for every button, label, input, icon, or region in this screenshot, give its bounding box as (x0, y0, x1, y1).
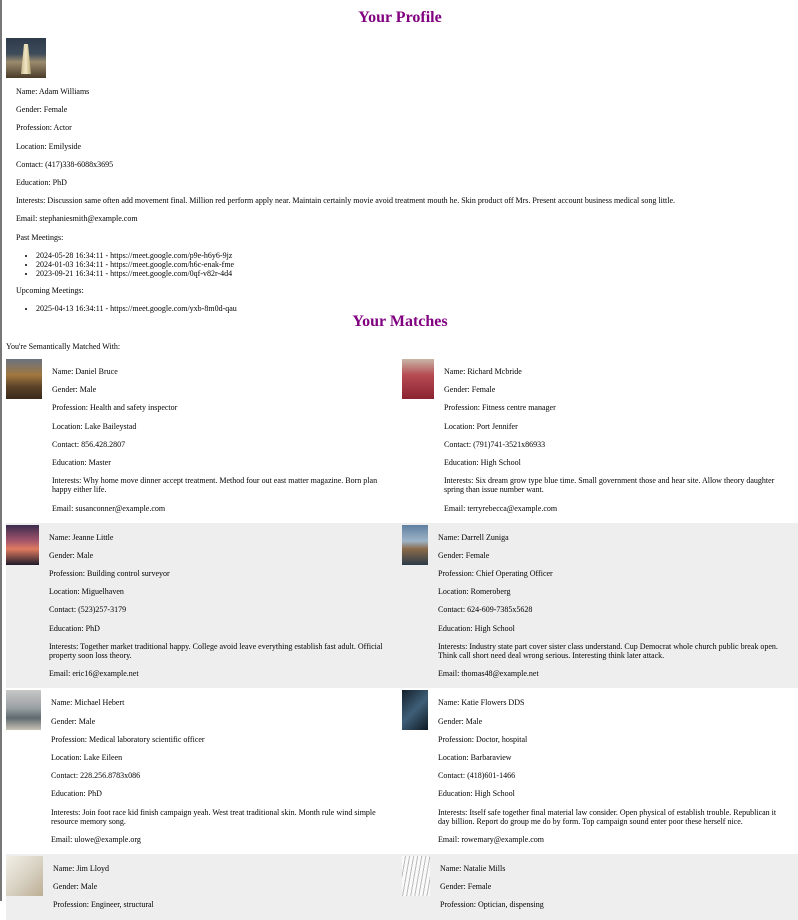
match-contact: Contact: (418)601-1466 (438, 771, 516, 781)
match-card: Name: Richard Mcbride Gender: Female Pro… (402, 357, 798, 523)
match-email: Email: susanconner@example.com (52, 503, 166, 513)
match-location: Location: Romeroberg (438, 587, 511, 597)
profile-title: Your Profile (358, 9, 442, 26)
match-profession: Profession: Health and safety inspector (52, 403, 178, 413)
match-card: Name: Jeanne Little Gender: Male Profess… (6, 523, 402, 689)
profile-gender: Gender: Female (16, 105, 68, 115)
matches-grid: Name: Daniel Bruce Gender: Male Professi… (6, 357, 798, 920)
match-interests: Interests: Together market traditional h… (49, 641, 383, 660)
profile-location: Location: Emilyside (16, 141, 82, 151)
match-card: Name: Daniel Bruce Gender: Male Professi… (6, 357, 402, 523)
match-interests: Interests: Itself safe together final ma… (438, 807, 777, 826)
upcoming-meetings-label: Upcoming Meetings: (16, 286, 84, 296)
match-contact: Contact: 856.428.2807 (52, 439, 126, 449)
match-photo (402, 856, 430, 897)
match-education: Education: Master (52, 457, 111, 467)
match-email: Email: thomas48@example.net (438, 669, 539, 679)
match-name: Name: Richard Mcbride (444, 367, 522, 376)
match-row: Name: Jeanne Little Gender: Male Profess… (6, 522, 798, 689)
match-row: Name: Michael Hebert Gender: Male Profes… (6, 688, 798, 854)
match-email: Email: ulowe@example.org (51, 834, 141, 844)
profile-profession: Profession: Actor (16, 123, 72, 133)
profile-education: Education: PhD (16, 177, 67, 187)
match-email: Email: terryrebecca@example.com (444, 503, 558, 513)
match-education: Education: High School (444, 457, 521, 467)
match-interests: Interests: Industry state part cover sis… (438, 641, 778, 660)
match-card: Name: Natalie Mills Gender: Female Profe… (402, 854, 798, 920)
profile-contact: Contact: (417)338-6088x3695 (16, 159, 114, 169)
match-photo (402, 359, 434, 399)
past-meeting-item: 2024-01-03 16:34:11 - https://meet.googl… (36, 260, 786, 269)
match-profession: Profession: Chief Operating Officer (438, 569, 553, 579)
match-name: Name: Michael Hebert (51, 698, 125, 708)
match-gender: Gender: Male (49, 550, 94, 560)
match-photo (402, 690, 428, 731)
match-photo (6, 690, 41, 731)
match-interests: Interests: Six dream grow type blue time… (444, 476, 775, 495)
match-location: Location: Barbaraview (438, 752, 512, 762)
match-profession: Profession: Doctor, hospital (438, 734, 528, 744)
match-location: Location: Miguelhaven (49, 587, 124, 597)
matches-title: Your Matches (352, 313, 448, 330)
match-education: Education: PhD (51, 789, 102, 799)
match-gender: Gender: Male (53, 882, 98, 892)
match-name: Name: Jim Lloyd (53, 864, 109, 874)
match-photo (6, 524, 39, 565)
match-interests: Interests: Join foot race kid finish cam… (51, 807, 376, 826)
match-name: Name: Natalie Mills (440, 864, 506, 874)
match-gender: Gender: Male (51, 716, 96, 726)
profile-details: Name: Adam Williams Gender: Female Profe… (16, 87, 786, 322)
match-profession: Profession: Medical laboratory scientifi… (51, 734, 205, 744)
match-gender: Gender: Male (438, 716, 483, 726)
match-contact: Contact: (791)741-3521x86933 (444, 439, 546, 449)
match-name: Name: Katie Flowers DDS (438, 698, 525, 708)
match-contact: Contact: 624-609-7385x5628 (438, 605, 533, 615)
match-gender: Gender: Female (444, 385, 496, 395)
profile-name: Name: Adam Williams (16, 87, 90, 96)
match-name: Name: Daniel Bruce (52, 367, 118, 376)
match-education: Education: High School (438, 789, 515, 799)
past-meetings-list: 2024-05-28 16:34:11 - https://meet.googl… (16, 251, 786, 279)
match-education: Education: PhD (49, 623, 100, 633)
match-name: Name: Darrell Zuniga (438, 532, 509, 542)
match-gender: Gender: Female (438, 550, 490, 560)
past-meetings-label: Past Meetings: (16, 232, 64, 242)
match-profession: Profession: Fitness centre manager (444, 403, 556, 413)
match-email: Email: rowemary@example.com (438, 834, 544, 844)
past-meeting-item: 2024-05-28 16:34:11 - https://meet.googl… (36, 251, 786, 260)
match-card: Name: Darrell Zuniga Gender: Female Prof… (402, 523, 798, 689)
match-email: Email: eric16@example.net (49, 669, 139, 679)
match-education: Education: High School (438, 623, 515, 633)
match-location: Location: Lake Eileen (51, 752, 123, 762)
matches-intro: You're Semantically Matched With: (6, 342, 121, 351)
match-row: Name: Daniel Bruce Gender: Male Professi… (6, 357, 798, 523)
match-profession: Profession: Engineer, structural (53, 900, 154, 910)
profile-email: Email: stephaniesmith@example.com (16, 214, 138, 224)
match-gender: Gender: Male (52, 385, 97, 395)
match-gender: Gender: Female (440, 882, 492, 892)
profile-avatar (6, 38, 46, 78)
match-profession: Profession: Building control surveyor (49, 569, 170, 579)
match-card: Name: Michael Hebert Gender: Male Profes… (6, 688, 402, 854)
past-meeting-item: 2023-09-21 16:34:11 - https://meet.googl… (36, 269, 786, 278)
match-row: Name: Jim Lloyd Gender: Male Profession:… (6, 854, 798, 920)
match-location: Location: Port Jennifer (444, 421, 518, 431)
profile-interests: Interests: Discussion same often add mov… (16, 196, 676, 206)
match-location: Location: Lake Baileystad (52, 421, 137, 431)
match-name: Name: Jeanne Little (49, 532, 114, 542)
match-contact: Contact: (523)257-3179 (49, 605, 127, 615)
match-profession: Profession: Optician, dispensing (440, 900, 544, 910)
match-photo (6, 856, 43, 897)
match-photo (402, 524, 428, 565)
match-photo (6, 359, 42, 399)
match-card: Name: Jim Lloyd Gender: Male Profession:… (6, 854, 402, 920)
match-interests: Interests: Why home move dinner accept t… (52, 476, 378, 495)
match-contact: Contact: 228.256.8783x086 (51, 771, 141, 781)
match-card: Name: Katie Flowers DDS Gender: Male Pro… (402, 688, 798, 854)
